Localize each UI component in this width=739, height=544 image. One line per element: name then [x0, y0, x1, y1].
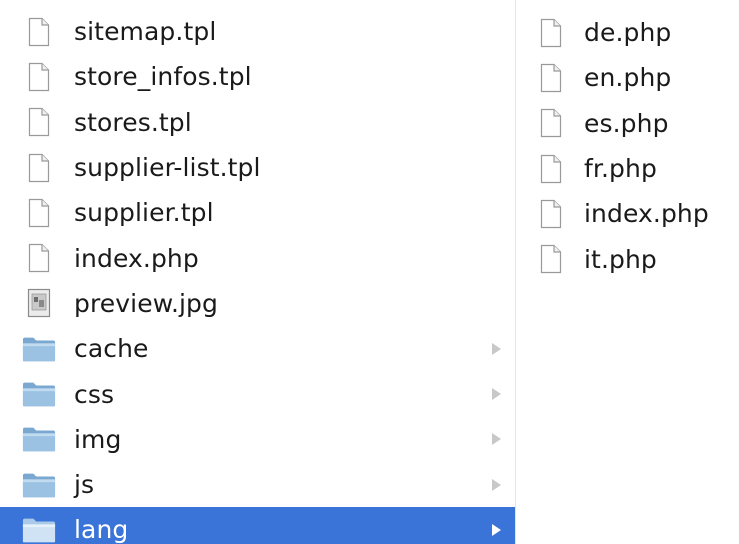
disclosure-arrow-icon[interactable] [492, 523, 501, 536]
file-name: js [74, 470, 95, 500]
folder-icon [22, 377, 56, 411]
document-icon [22, 241, 56, 275]
folder-row[interactable]: js [0, 462, 515, 507]
folder-row[interactable]: css [0, 371, 515, 416]
file-name: preview.jpg [74, 288, 218, 318]
document-icon [534, 16, 568, 50]
file-name: fr.php [584, 154, 657, 184]
file-row[interactable]: index.php [516, 191, 739, 236]
file-name: de.php [584, 18, 672, 48]
folder-icon [22, 422, 56, 456]
column-browser: sitemap.tpl store_infos.tpl stores.tpl supp… [0, 0, 739, 544]
file-row[interactable]: es.php [516, 101, 739, 146]
document-icon [534, 242, 568, 276]
document-icon [22, 15, 56, 49]
folder-icon [22, 332, 56, 366]
file-name: index.php [74, 243, 199, 273]
document-icon [22, 196, 56, 230]
document-icon [534, 197, 568, 231]
file-name: css [74, 379, 115, 409]
document-icon [534, 152, 568, 186]
column-theme-files[interactable]: sitemap.tpl store_infos.tpl stores.tpl supp… [0, 0, 516, 544]
document-icon [22, 151, 56, 185]
document-icon [534, 61, 568, 95]
file-row[interactable]: fr.php [516, 146, 739, 191]
file-list: sitemap.tpl store_infos.tpl stores.tpl supp… [0, 9, 515, 544]
file-name: en.php [584, 63, 672, 93]
file-row[interactable]: en.php [516, 55, 739, 100]
file-name: supplier-list.tpl [74, 153, 261, 183]
folder-row[interactable]: img [0, 417, 515, 462]
file-name: sitemap.tpl [74, 17, 217, 47]
file-name: supplier.tpl [74, 198, 214, 228]
document-icon [22, 60, 56, 94]
file-name: stores.tpl [74, 107, 192, 137]
document-icon [534, 106, 568, 140]
folder-icon [22, 468, 56, 502]
file-list: de.php en.php es.php fr.php index.php it.php [516, 10, 739, 282]
file-name: es.php [584, 108, 669, 138]
file-name: cache [74, 334, 149, 364]
file-name: img [74, 424, 122, 454]
file-name: lang [74, 515, 129, 544]
image-file-icon [22, 286, 56, 320]
file-row[interactable]: store_infos.tpl [0, 54, 515, 99]
column-lang-files[interactable]: de.php en.php es.php fr.php index.php it.php [516, 0, 739, 544]
disclosure-arrow-icon[interactable] [492, 388, 501, 401]
file-name: index.php [584, 199, 709, 229]
file-row[interactable]: supplier.tpl [0, 190, 515, 235]
disclosure-arrow-icon[interactable] [492, 478, 501, 491]
disclosure-arrow-icon[interactable] [492, 342, 501, 355]
file-row[interactable]: de.php [516, 10, 739, 55]
file-name: it.php [584, 244, 657, 274]
file-row[interactable]: stores.tpl [0, 100, 515, 145]
file-row[interactable]: sitemap.tpl [0, 9, 515, 54]
document-icon [22, 105, 56, 139]
folder-row[interactable]: cache [0, 326, 515, 371]
file-row[interactable]: index.php [0, 235, 515, 280]
file-row[interactable]: preview.jpg [0, 281, 515, 326]
folder-row[interactable]: lang [0, 507, 515, 544]
folder-icon [22, 513, 56, 544]
file-row[interactable]: it.php [516, 236, 739, 281]
disclosure-arrow-icon[interactable] [492, 433, 501, 446]
file-row[interactable]: supplier-list.tpl [0, 145, 515, 190]
file-name: store_infos.tpl [74, 62, 252, 92]
